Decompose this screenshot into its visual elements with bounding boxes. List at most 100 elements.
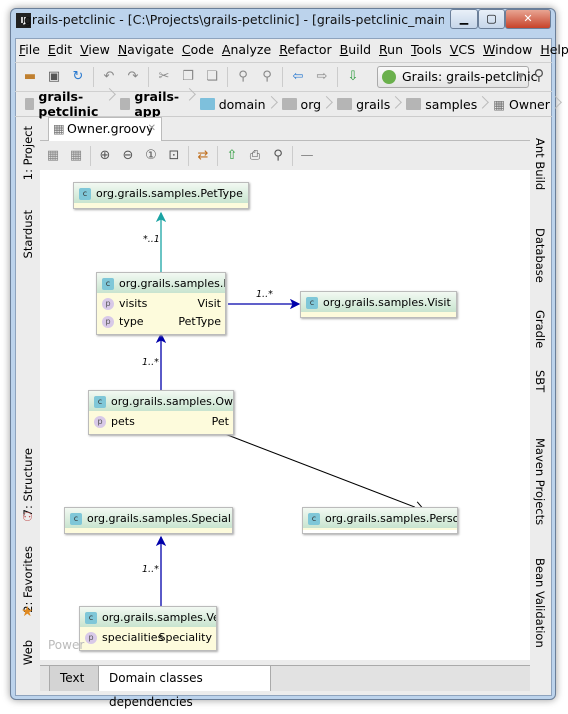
snap-grid-icon[interactable]: ▦ [67,147,85,165]
field-type: PetType [178,315,221,328]
structure-icon: ⚇ [22,510,33,524]
run-configuration-dropdown[interactable]: Grails: grails-petclinic ▼ [377,66,537,88]
tool-ant-build[interactable]: Ant Build [533,138,547,190]
menu-edit[interactable]: Edit [44,39,76,61]
export-icon[interactable]: ⇧ [223,147,241,165]
class-node-visit[interactable]: c org.grails.samples.Visit [300,291,457,318]
menu-vcs[interactable]: VCS [446,39,479,61]
menu-window[interactable]: Window [479,39,536,61]
tab-domain-classes-dependencies[interactable]: Domain classes dependencies [99,666,271,709]
edge-label: 1..* [142,357,159,368]
close-tab-icon[interactable]: ✕ [148,118,156,140]
tab-owner-groovy[interactable]: ▦ Owner.groovy ✕ [48,117,162,141]
zoom-out-icon[interactable]: ⊖ [119,147,137,165]
tab-label: Owner.groovy [67,121,154,136]
build-icon[interactable]: ⇩ [344,68,362,86]
divider [93,66,94,87]
package-icon [337,98,353,110]
breadcrumb-item[interactable]: ▦ Owner [493,97,560,112]
tool-maven-projects[interactable]: Maven Projects [533,438,547,525]
breadcrumb-label: domain [218,96,266,112]
menu-tools[interactable]: Tools [407,39,446,61]
print-icon[interactable]: ⎙ [246,147,264,165]
class-icon: c [94,396,106,408]
maximize-button[interactable]: ▢ [478,9,505,29]
field-type: Pet [211,415,229,428]
actual-size-icon[interactable]: ① [142,147,160,165]
breadcrumb-item[interactable]: org [281,97,332,112]
class-node-person[interactable]: c org.grails.samples.Person [302,507,458,534]
forward-icon[interactable]: ⇨ [313,68,331,86]
breadcrumb-item[interactable]: samples [406,97,487,112]
back-icon[interactable]: ⇦ [289,68,307,86]
copy-icon[interactable]: ❐ [179,68,197,86]
class-node-owner[interactable]: c org.grails.samples.Owner ppets Pet [88,390,234,435]
tool-stardust[interactable]: Stardust [21,210,35,258]
breadcrumb-item[interactable]: grails-petclinic [25,89,114,119]
divider [90,145,91,166]
class-node-speciality[interactable]: c org.grails.samples.Speciality [64,507,233,534]
layout-icon[interactable]: ⇄ [194,147,212,165]
tool-project[interactable]: 1: Project [21,126,35,180]
tool-database[interactable]: Database [533,228,547,283]
paste-icon[interactable]: ❏ [203,68,221,86]
window-title: grails-petclinic - [C:\Projects\grails-p… [24,12,444,27]
tool-sbt[interactable]: SBT [533,370,547,392]
menu-help[interactable]: Help [536,39,568,61]
menu-refactor[interactable]: Refactor [275,39,335,61]
divider [282,66,283,87]
undo-icon[interactable]: ↶ [100,68,118,86]
tool-gradle[interactable]: Gradle [533,310,547,348]
class-name: org.grails.samples.Vet [102,611,217,624]
menu-file[interactable]: File [15,39,44,61]
open-folder-icon[interactable]: ▬ [21,68,39,86]
menu-build[interactable]: Build [336,39,375,61]
breadcrumb-label: grails [356,96,391,112]
cut-icon[interactable]: ✂ [155,68,173,86]
breadcrumb-label: samples [425,96,478,112]
breadcrumb-item[interactable]: domain [199,96,276,112]
diagram-toolbar: ▦ ▦ ⊕ ⊖ ① ⊡ ⇄ ⇧ ⎙ ⚲ — [40,141,530,170]
edge-owner-person[interactable] [224,433,425,511]
menu-navigate[interactable]: Navigate [114,39,178,61]
breadcrumb-item[interactable]: grails-app [119,89,194,119]
chevron-down-icon: ▼ [517,72,524,82]
menu-code[interactable]: Code [178,39,218,61]
star-icon: ★ [21,604,34,620]
breadcrumb-item[interactable]: grails [337,97,400,112]
property-icon: p [85,632,97,644]
class-node-pet[interactable]: c org.grails.samples.Pet pvisits Visit pty… [96,272,226,335]
menu-view[interactable]: View [76,39,114,61]
class-name: org.grails.samples.Pet [119,277,225,290]
zoom-in-icon[interactable]: ⊕ [96,147,114,165]
replace-icon[interactable]: ⚲ [258,68,276,86]
menu-analyze[interactable]: Analyze [218,39,275,61]
diagram-canvas[interactable]: *..1 1..* 1..* 1..* c org.grails.samples.… [40,170,530,660]
divider [188,145,189,166]
class-icon: c [308,513,320,525]
breadcrumb-label: grails-petclinic [38,89,99,119]
package-icon [406,98,422,110]
tab-text[interactable]: Text [49,666,99,691]
field-type: Speciality [158,631,212,644]
search-icon[interactable]: ⚲ [530,66,548,84]
tool-bean-validation[interactable]: Bean Validation [533,558,547,648]
class-node-vet[interactable]: c org.grails.samples.Vet p specialities Spe… [79,606,217,651]
save-icon[interactable]: ▣ [45,68,63,86]
redo-icon[interactable]: ↷ [124,68,142,86]
menu-bar: File Edit View Navigate Code Analyze Ref… [15,39,568,61]
close-button[interactable]: ✕ [505,9,551,29]
sync-icon[interactable]: ↻ [69,68,87,86]
fit-content-icon[interactable]: ⊡ [165,147,183,165]
grid-icon[interactable]: ▦ [44,147,62,165]
minimize-button[interactable]: ▁ [450,9,478,29]
tool-favorites[interactable]: 2: Favorites [21,546,35,613]
menu-run[interactable]: Run [375,39,407,61]
tool-web[interactable]: Web [21,640,35,665]
find-icon[interactable]: ⚲ [234,68,252,86]
print-preview-icon[interactable]: ⚲ [269,147,287,165]
tool-structure[interactable]: 7: Structure [21,448,35,516]
collapse-icon[interactable]: — [298,147,316,165]
class-icon: c [306,297,318,309]
class-node-pettype[interactable]: c org.grails.samples.PetType [73,182,249,209]
